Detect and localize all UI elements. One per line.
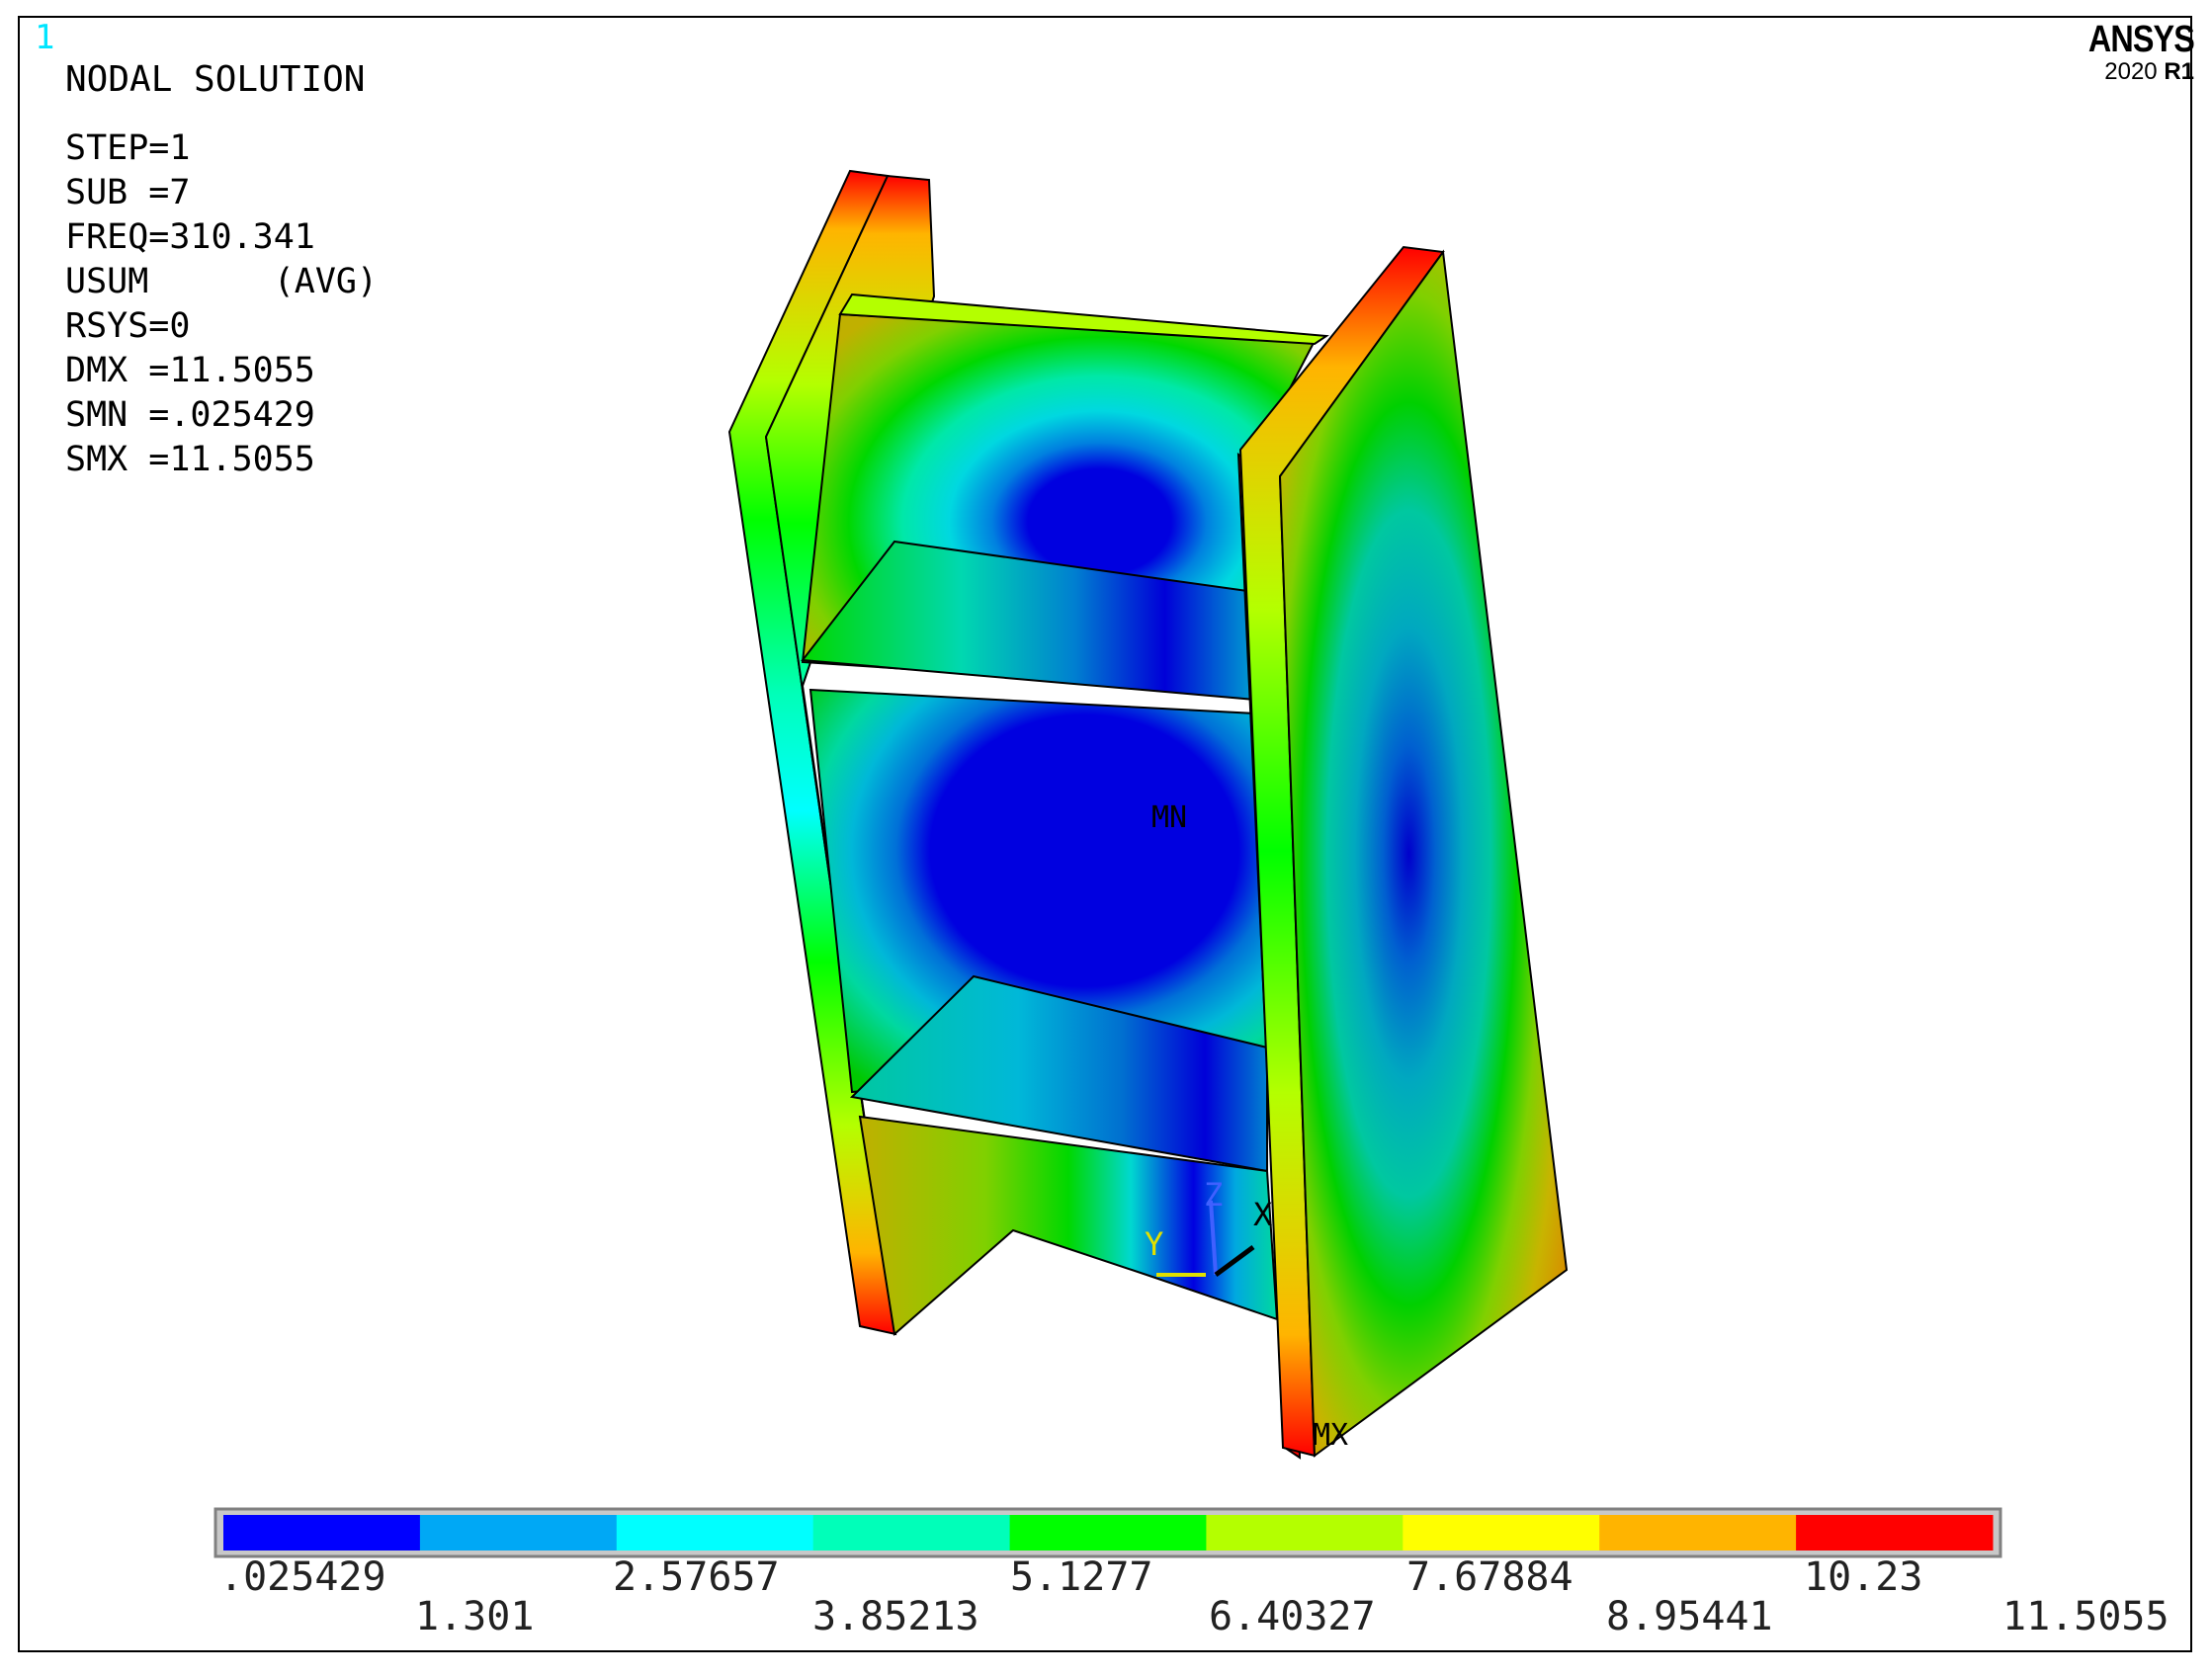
legend-label-top-4: 10.23 xyxy=(1804,1554,1923,1600)
legend-label-top-0: .025429 xyxy=(219,1554,386,1600)
legend-band-5 xyxy=(1206,1515,1404,1551)
legend-label-top-2: 5.1277 xyxy=(1010,1554,1153,1600)
legend-label-bottom-1: 3.85213 xyxy=(812,1594,979,1639)
legend-band-2 xyxy=(616,1515,814,1551)
legend-label-bottom-4: 11.5055 xyxy=(2002,1594,2169,1639)
legend-band-0 xyxy=(223,1515,421,1551)
legend-band-8 xyxy=(1796,1515,1994,1551)
legend-label-bottom-0: 1.301 xyxy=(415,1594,535,1639)
legend-bands xyxy=(223,1515,1994,1551)
contour-legend-bar xyxy=(213,1507,2002,1558)
legend-band-1 xyxy=(419,1515,618,1551)
legend-band-4 xyxy=(1009,1515,1207,1551)
legend-label-top-3: 7.67884 xyxy=(1406,1554,1574,1600)
legend-band-7 xyxy=(1599,1515,1797,1551)
legend-band-3 xyxy=(812,1515,1011,1551)
legend-label-bottom-2: 6.40327 xyxy=(1209,1594,1376,1639)
legend-band-6 xyxy=(1403,1515,1600,1551)
legend-label-top-1: 2.57657 xyxy=(613,1554,780,1600)
legend-label-bottom-3: 8.95441 xyxy=(1606,1594,1773,1639)
